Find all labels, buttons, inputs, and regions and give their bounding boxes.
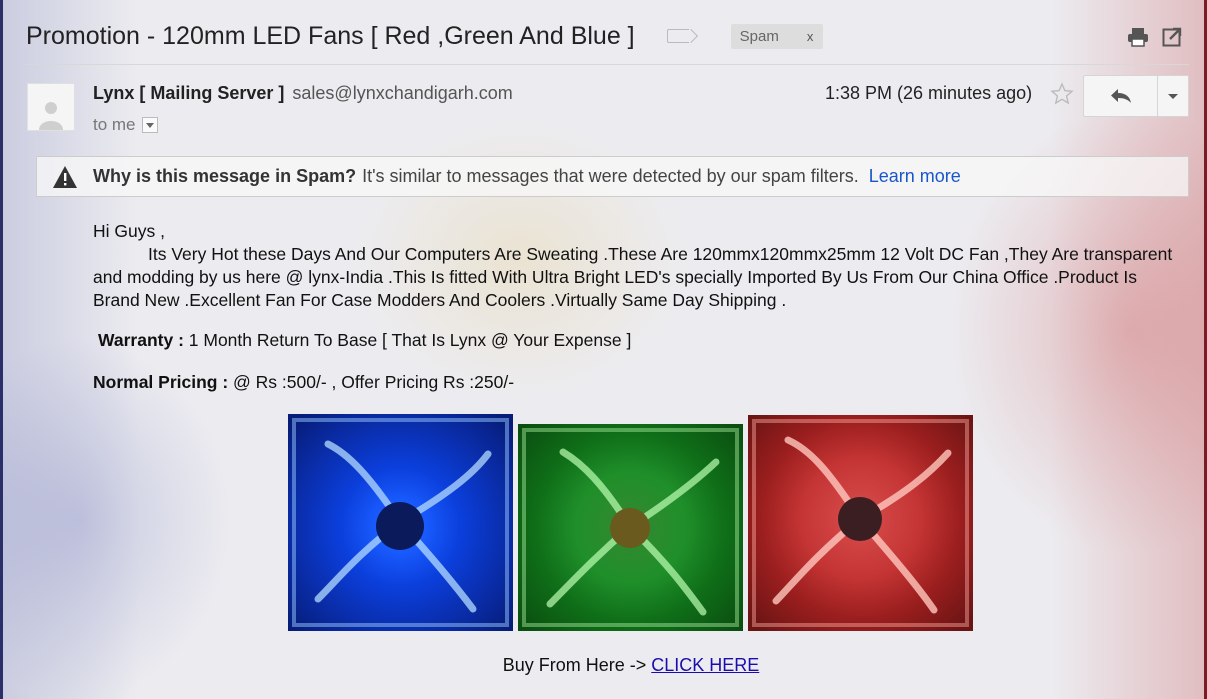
- warranty-text: 1 Month Return To Base [ That Is Lynx @ …: [188, 330, 632, 350]
- label-icon[interactable]: [666, 29, 689, 43]
- buy-text: Buy From Here ->: [502, 655, 647, 675]
- spam-question: Why is this message in Spam?: [93, 166, 357, 186]
- message-time: 1:38 PM (26 minutes ago): [825, 83, 1033, 103]
- reply-button-group: [1083, 75, 1189, 117]
- recipient-line: to me: [93, 115, 158, 135]
- subject-row: Promotion - 120mm LED Fans [ Red ,Green …: [26, 18, 824, 54]
- warranty-label: Warranty :: [98, 330, 184, 350]
- spam-label-chip[interactable]: Spam x: [730, 23, 824, 49]
- message-body: Hi Guys , Its Very Hot these Days And Ou…: [93, 220, 1183, 312]
- spam-warning-bar: Why is this message in Spam? It's simila…: [36, 156, 1189, 197]
- more-actions-dropdown[interactable]: [1158, 76, 1188, 116]
- print-icon[interactable]: [1127, 27, 1149, 47]
- sender-line: Lynx [ Mailing Server ] sales@lynxchandi…: [93, 83, 513, 104]
- warning-icon: [52, 165, 78, 189]
- pricing-label: Normal Pricing :: [93, 372, 229, 392]
- avatar[interactable]: [27, 83, 75, 131]
- learn-more-link[interactable]: Learn more: [869, 166, 961, 187]
- green-fan-image: [518, 424, 743, 631]
- pricing-text: @ Rs :500/- , Offer Pricing Rs :250/-: [233, 372, 515, 392]
- body-paragraph: Its Very Hot these Days And Our Computer…: [93, 243, 1183, 312]
- reply-icon: [1110, 89, 1131, 103]
- pricing-line: Normal Pricing : @ Rs :500/- , Offer Pri…: [93, 372, 514, 393]
- recipient-text: to me: [93, 115, 136, 134]
- warranty-line: Warranty : 1 Month Return To Base [ That…: [98, 330, 631, 351]
- spam-explanation: It's similar to messages that were detec…: [362, 166, 859, 186]
- click-here-link[interactable]: CLICK HERE: [651, 655, 759, 675]
- greeting: Hi Guys ,: [93, 221, 165, 241]
- top-actions: [1127, 27, 1183, 47]
- blue-fan-image: [288, 414, 513, 631]
- show-details-dropdown[interactable]: [141, 117, 158, 133]
- star-icon[interactable]: [1050, 82, 1074, 106]
- remove-label-button[interactable]: x: [807, 29, 814, 44]
- header-divider: [26, 64, 1189, 65]
- sender-email: sales@lynxchandigarh.com: [292, 83, 513, 103]
- sender-name[interactable]: Lynx [ Mailing Server ]: [93, 83, 284, 103]
- email-subject: Promotion - 120mm LED Fans [ Red ,Green …: [26, 21, 635, 50]
- new-window-icon[interactable]: [1161, 27, 1183, 47]
- red-fan-image: [748, 415, 973, 631]
- body-paragraph-text: Its Very Hot these Days And Our Computer…: [93, 244, 1173, 310]
- buy-line: Buy From Here -> CLICK HERE: [0, 655, 1207, 676]
- spam-label-text: Spam: [739, 27, 779, 45]
- reply-button[interactable]: [1084, 76, 1158, 116]
